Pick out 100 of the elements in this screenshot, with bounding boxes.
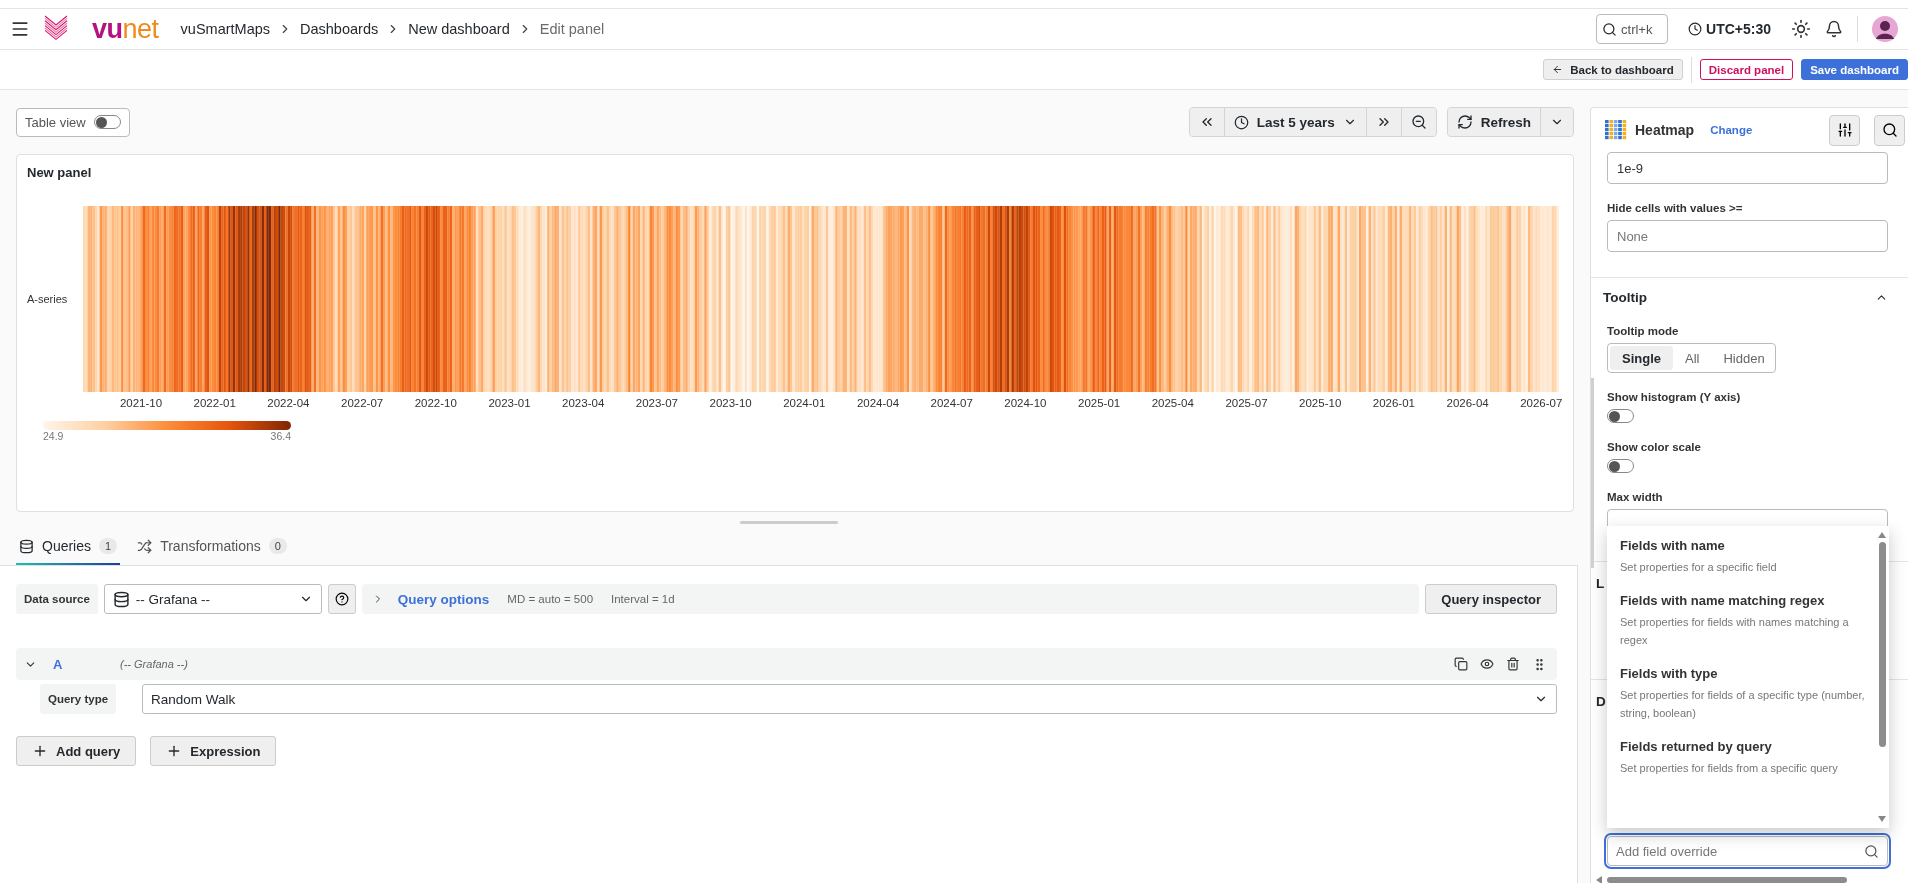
data-source-select[interactable]: -- Grafana -- (103, 584, 322, 614)
field-label: Show histogram (Y axis) (1607, 391, 1742, 403)
min-value-field[interactable]: 1e-9 (1607, 152, 1888, 184)
panel-title: New panel (27, 165, 93, 182)
arrow-left-icon (1552, 64, 1564, 75)
axis-tick-label: 2025-10 (1299, 397, 1342, 409)
mode-option[interactable]: All (1673, 346, 1712, 370)
discard-button[interactable]: Discard panel (1699, 59, 1794, 80)
table-view-toggle[interactable]: Table view (16, 107, 130, 137)
query-source: (-- Grafana --) (120, 658, 189, 670)
mode-option[interactable]: Single (1610, 346, 1673, 370)
breadcrumb-link[interactable]: Edit panel (539, 21, 605, 37)
help-icon (334, 592, 349, 606)
plus-icon (32, 743, 48, 759)
search-icon (1602, 21, 1618, 37)
axis-tick-label: 2024-01 (783, 397, 826, 409)
eye-icon (1480, 657, 1494, 671)
change-link[interactable]: Change (1710, 124, 1815, 136)
search-icon (1864, 843, 1879, 859)
section-heading: D (1596, 694, 1606, 709)
zoom-out-icon (1410, 114, 1427, 130)
zoom-out-button[interactable] (1400, 108, 1436, 136)
field-label: Max width (1607, 491, 1664, 503)
logo-text: vunet (92, 15, 159, 43)
toggle-switch[interactable] (1607, 459, 1634, 473)
interval-text: Interval = 1d (611, 593, 675, 605)
query-options-link[interactable]: Query options (371, 591, 490, 607)
notifications-button[interactable] (1825, 20, 1843, 38)
arrows-icon (137, 538, 153, 554)
menu-item[interactable]: Fields returned by query Set properties for fields from a specific query (1620, 739, 1875, 777)
timezone-button[interactable]: UTC+5:30 (1682, 20, 1777, 38)
axis-tick-label: 2022-04 (267, 397, 310, 409)
axis-tick-label: 2022-01 (193, 397, 236, 409)
max-data-points-text: MD = auto = 500 (507, 593, 594, 605)
tab[interactable]: Transformations 0 (134, 529, 290, 565)
menu-button[interactable] (10, 19, 30, 39)
copy-icon (1454, 657, 1468, 671)
axis-tick-label: 2022-10 (414, 397, 457, 409)
axis-tick-label: 2023-04 (562, 397, 605, 409)
theme-button[interactable] (1791, 19, 1811, 39)
clock-icon (1233, 114, 1249, 130)
database-icon (112, 590, 130, 608)
help-button[interactable] (327, 584, 356, 614)
menu-item[interactable]: Fields with name Set properties for a specific field (1620, 538, 1875, 576)
series-label: A-series (27, 293, 69, 305)
back-button[interactable]: Back to dashboard (1543, 59, 1683, 80)
axis-tick-label: 2026-04 (1446, 397, 1489, 409)
menu-icon (10, 19, 30, 39)
axis-tick-label: 2023-07 (635, 397, 678, 409)
axis-tick-label: 2026-07 (1520, 397, 1563, 409)
add-query-button[interactable]: Add query (16, 736, 137, 766)
hide-button[interactable] (1480, 656, 1494, 672)
breadcrumb-link[interactable]: New dashboard (408, 21, 510, 37)
axis-tick-label: 2025-07 (1225, 397, 1268, 409)
expression-button[interactable]: Expression (150, 736, 277, 766)
tooltip-section-header[interactable]: Tooltip (1603, 290, 1888, 305)
logo-icon (44, 15, 68, 43)
query-type-select[interactable]: Random Walk (142, 684, 1557, 714)
sliders-icon (1836, 122, 1853, 138)
mode-option[interactable]: Hidden (1711, 346, 1777, 370)
breadcrumb-link[interactable]: vuSmartMaps (180, 21, 270, 37)
toggle-switch[interactable] (1607, 409, 1634, 423)
resize-handle[interactable] (740, 521, 838, 524)
hide-cells-field[interactable]: None (1607, 220, 1888, 252)
axis-tick-label: 2025-01 (1078, 397, 1121, 409)
menu-item[interactable]: Fields with name matching regex Set properties for fields with names matching a regex (1620, 593, 1875, 649)
count-badge: 1 (99, 538, 118, 554)
search-icon (1881, 122, 1898, 138)
scale-max-label: 36.4 (270, 430, 291, 442)
query-inspector-button[interactable]: Query inspector (1425, 584, 1557, 614)
tab[interactable]: Queries 1 (16, 529, 121, 565)
refresh-icon (1456, 114, 1473, 130)
scrollbar[interactable] (1591, 378, 1594, 568)
visualization-name: Heatmap (1635, 122, 1695, 138)
duplicate-button[interactable] (1454, 656, 1468, 672)
field-label: Tooltip mode (1607, 325, 1680, 337)
axis-tick-label: 2021-10 (119, 397, 163, 409)
search-button[interactable] (1874, 114, 1905, 146)
trash-icon (1506, 657, 1520, 671)
heatmap-icon (1605, 120, 1627, 140)
axis-tick-label: 2026-01 (1372, 397, 1415, 409)
axis-tick-label: 2025-04 (1151, 397, 1194, 409)
scale-min-label: 24.9 (43, 430, 64, 442)
menu-item[interactable]: Fields with type Set properties for fields of a specific type (number, string, boolean) (1620, 666, 1875, 722)
breadcrumb-link[interactable]: Dashboards (300, 21, 379, 37)
axis-tick-label: 2022-07 (341, 397, 384, 409)
save-button[interactable]: Save dashboard (1801, 59, 1908, 80)
avatar[interactable] (1872, 16, 1898, 42)
query-type-label: Query type (40, 684, 117, 714)
field-label: Show color scale (1607, 441, 1702, 453)
search-field[interactable]: ctrl+k (1596, 14, 1669, 44)
sliders-button[interactable] (1829, 114, 1860, 146)
axis-tick-label: 2024-07 (930, 397, 973, 409)
axis-tick-label: 2023-10 (709, 397, 752, 409)
count-badge: 0 (268, 538, 287, 554)
sun-icon (1791, 19, 1811, 39)
section-heading: L (1596, 576, 1606, 591)
add-field-override-field[interactable]: Add field override (1607, 836, 1888, 866)
bell-icon (1825, 20, 1843, 38)
delete-button[interactable] (1506, 656, 1520, 672)
